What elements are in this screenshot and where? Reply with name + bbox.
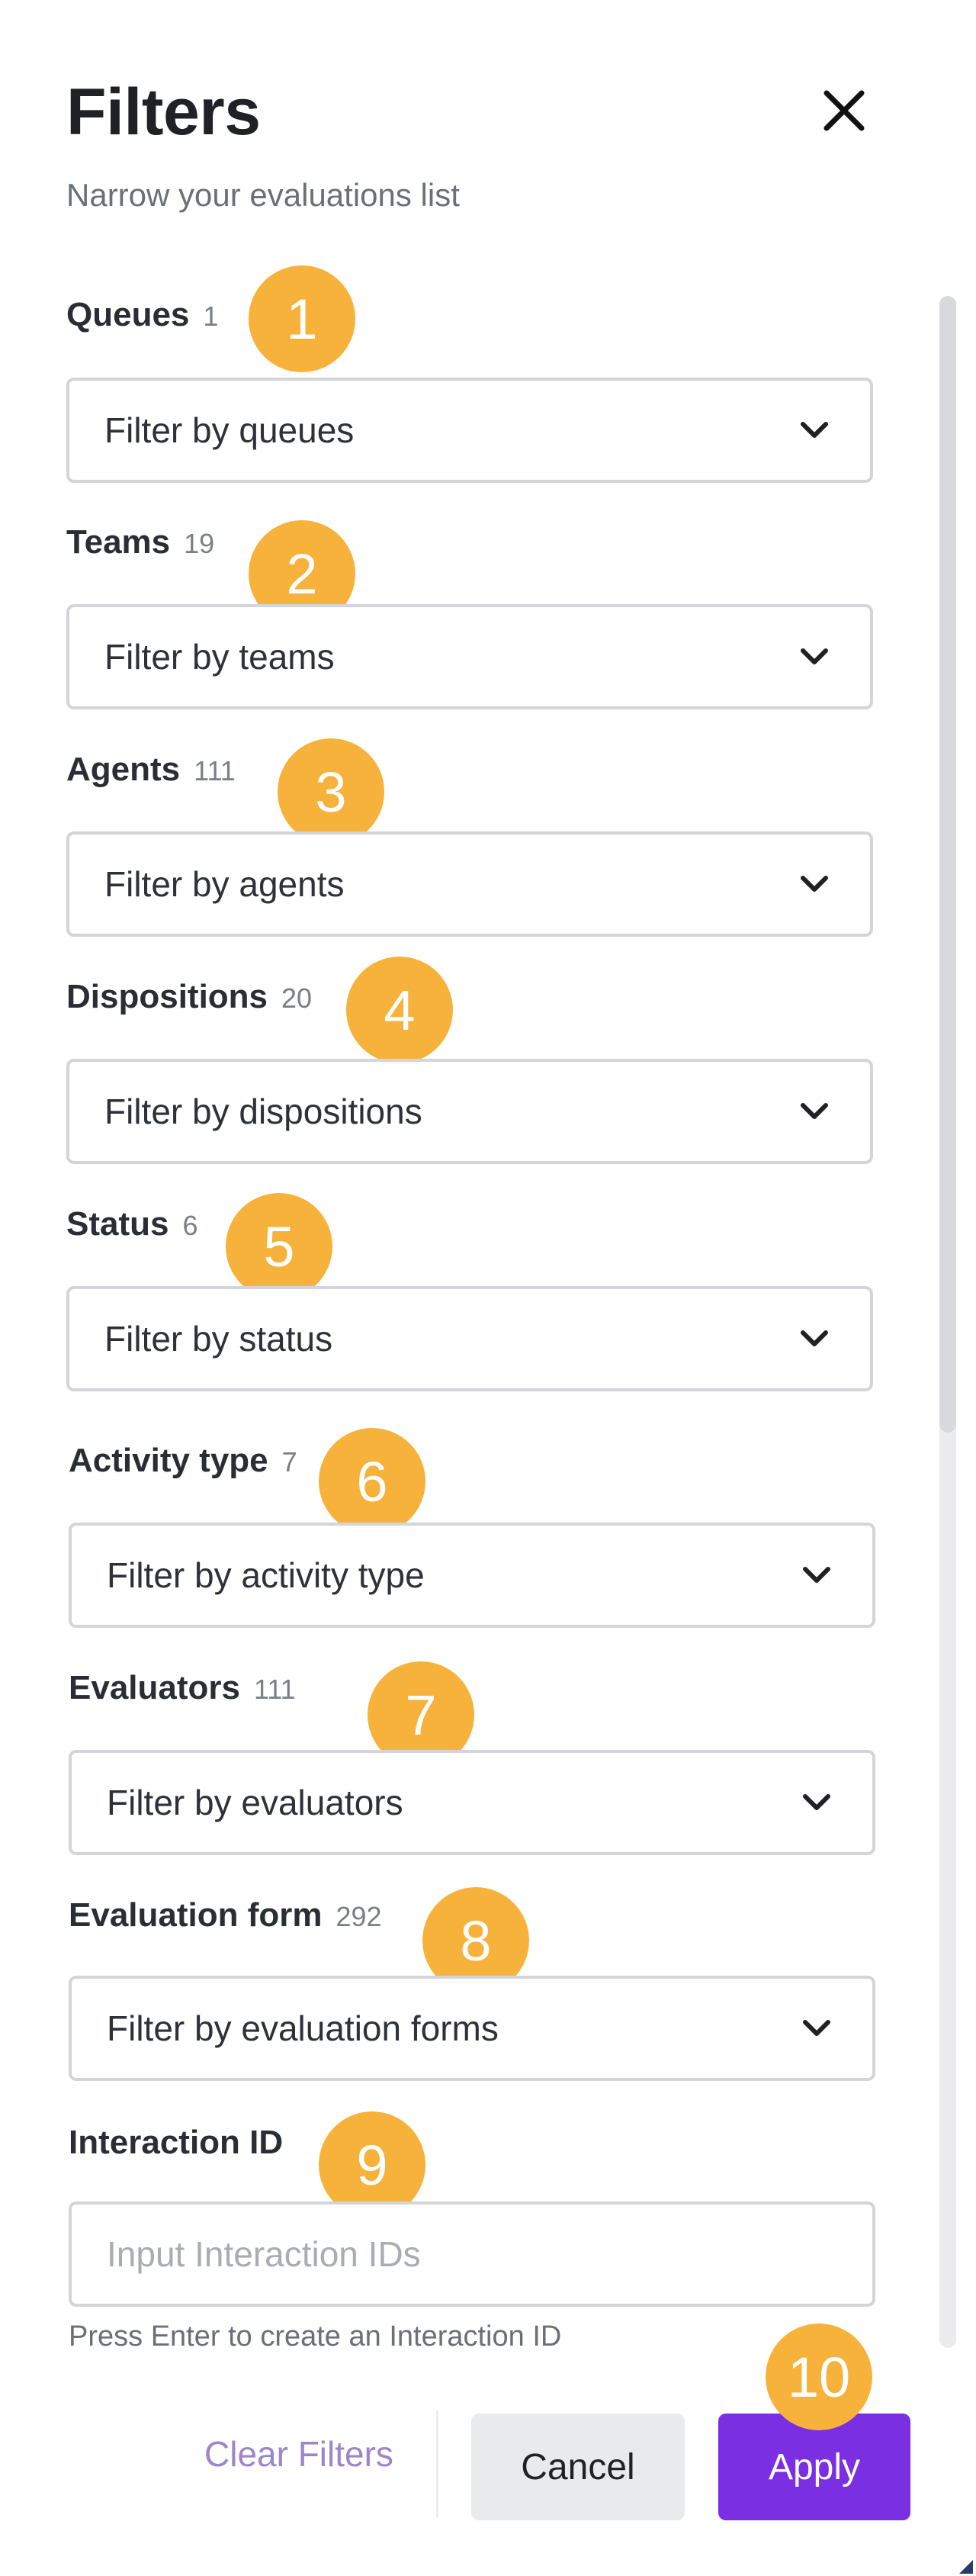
teams-label: Teams 19 [66, 523, 214, 561]
select-placeholder: Filter by evaluation forms [107, 2008, 499, 2048]
filters-panel: Filters Narrow your evaluations list Que… [0, 0, 976, 2576]
cancel-button[interactable]: Cancel [471, 2414, 685, 2520]
queues-select[interactable]: Filter by queues [66, 378, 873, 483]
filter-label-text: Agents [66, 751, 181, 788]
filter-count: 292 [336, 1901, 382, 1932]
activity-type-label: Activity type 7 [69, 1442, 297, 1480]
filter-label-text: Dispositions [66, 978, 268, 1015]
select-placeholder: Filter by agents [104, 864, 345, 904]
chevron-down-icon [801, 1103, 828, 1119]
evaluation-form-select[interactable]: Filter by evaluation forms [69, 1976, 875, 2081]
step-badge: 4 [346, 957, 453, 1063]
filter-label-text: Interaction ID [69, 2124, 284, 2161]
chevron-down-icon [801, 422, 828, 438]
select-placeholder: Filter by queues [104, 410, 355, 450]
filter-label-text: Teams [66, 523, 171, 561]
evaluators-label: Evaluators 111 [69, 1669, 296, 1707]
status-label: Status 6 [66, 1205, 198, 1243]
chevron-down-icon [803, 1567, 830, 1583]
activity-type-select[interactable]: Filter by activity type [69, 1523, 875, 1628]
filter-count: 6 [182, 1210, 198, 1241]
close-button[interactable] [810, 76, 878, 145]
resize-corner [959, 2560, 973, 2574]
dispositions-select[interactable]: Filter by dispositions [66, 1059, 873, 1164]
filter-count: 111 [253, 1674, 296, 1705]
close-icon [824, 90, 865, 131]
interaction-id-input[interactable] [69, 2201, 875, 2307]
scrollbar-track[interactable] [939, 296, 956, 2348]
filter-count: 111 [194, 755, 236, 786]
step-badge: 6 [319, 1428, 425, 1535]
select-placeholder: Filter by activity type [107, 1555, 425, 1595]
page-subtitle: Narrow your evaluations list [66, 177, 460, 213]
chevron-down-icon [801, 648, 828, 664]
select-placeholder: Filter by status [104, 1319, 333, 1359]
filter-count: 19 [184, 528, 215, 559]
filter-label-text: Status [66, 1205, 169, 1243]
clear-filters-button[interactable]: Clear Filters [204, 2433, 393, 2475]
page-title: Filters [66, 76, 261, 149]
interaction-id-label: Interaction ID [69, 2124, 283, 2162]
filter-count: 7 [281, 1446, 297, 1478]
chevron-down-icon [803, 1794, 830, 1810]
status-select[interactable]: Filter by status [66, 1286, 873, 1391]
select-placeholder: Filter by evaluators [107, 1783, 403, 1822]
filter-label-text: Evaluation form [69, 1896, 323, 1934]
filter-count: 1 [203, 301, 219, 332]
select-placeholder: Filter by teams [104, 637, 335, 677]
footer-divider [436, 2410, 438, 2517]
evaluation-form-label: Evaluation form 292 [69, 1896, 382, 1934]
scrollbar-thumb[interactable] [939, 296, 956, 1433]
chevron-down-icon [803, 2020, 830, 2036]
filter-label-text: Queues [66, 296, 190, 333]
chevron-down-icon [801, 1330, 828, 1346]
step-badge: 5 [226, 1193, 332, 1300]
filter-label-text: Evaluators [69, 1669, 240, 1706]
queues-label: Queues 1 [66, 296, 218, 334]
agents-label: Agents 111 [66, 751, 236, 789]
step-badge: 1 [249, 265, 355, 372]
step-badge: 10 [766, 2324, 872, 2430]
select-placeholder: Filter by dispositions [104, 1092, 422, 1131]
teams-select[interactable]: Filter by teams [66, 604, 873, 709]
filter-label-text: Activity type [69, 1442, 268, 1479]
step-badge: 3 [278, 738, 384, 845]
filter-count: 20 [281, 982, 313, 1014]
evaluators-select[interactable]: Filter by evaluators [69, 1750, 875, 1855]
agents-select[interactable]: Filter by agents [66, 831, 873, 937]
dispositions-label: Dispositions 20 [66, 978, 312, 1016]
interaction-id-helper: Press Enter to create an Interaction ID [69, 2320, 562, 2352]
chevron-down-icon [801, 876, 828, 892]
